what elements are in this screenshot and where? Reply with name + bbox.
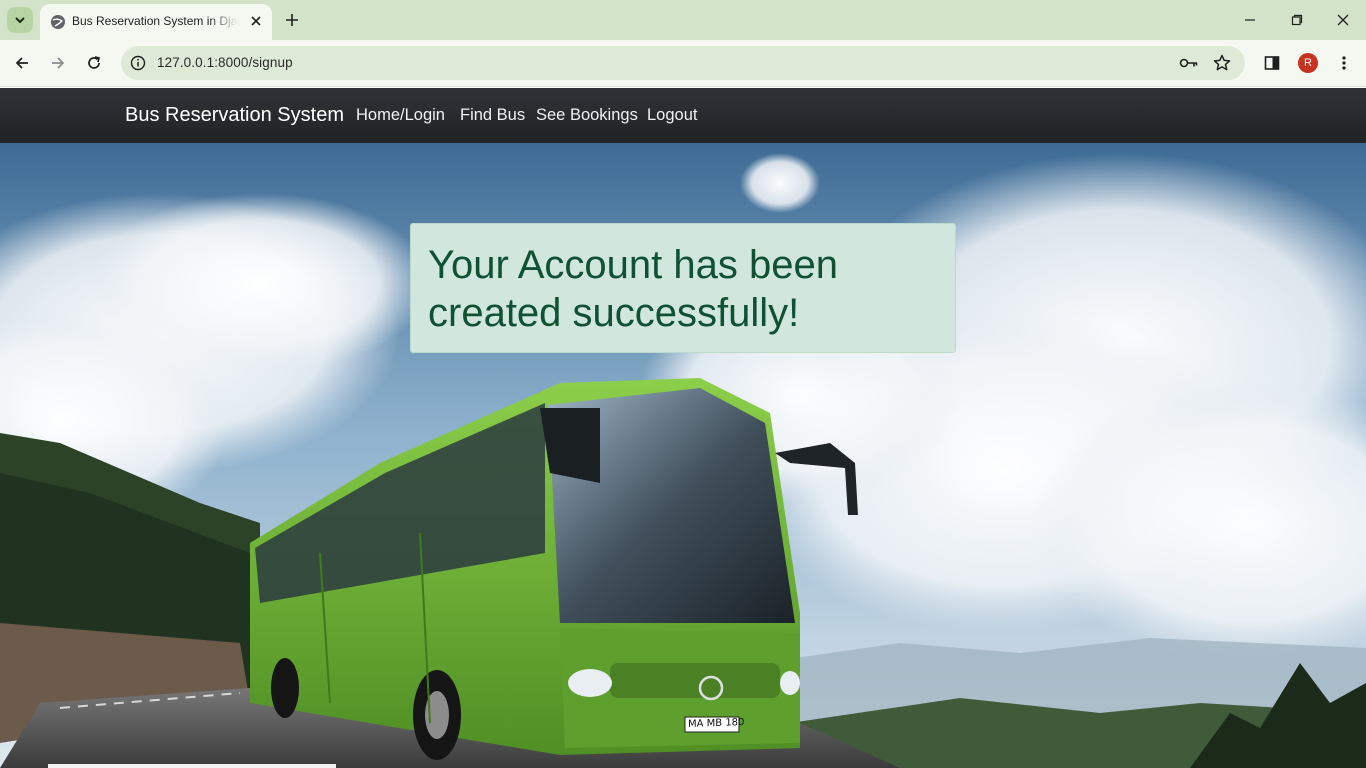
- minimize-icon: [1245, 19, 1255, 21]
- success-alert: Your Account has been created successful…: [410, 223, 956, 353]
- bookmark-star-button[interactable]: [1212, 53, 1232, 73]
- site-brand[interactable]: Bus Reservation System: [125, 104, 344, 127]
- side-panel-icon: [1264, 56, 1280, 70]
- browser-tab-active[interactable]: Bus Reservation System in Djan: [40, 4, 272, 40]
- arrow-left-icon: [15, 57, 28, 69]
- restore-icon: [1291, 14, 1303, 26]
- back-button[interactable]: [10, 51, 34, 75]
- globe-icon: [51, 15, 65, 29]
- nav-link-logout[interactable]: Logout: [647, 106, 697, 125]
- tab-close-button[interactable]: [248, 13, 264, 29]
- tab-search-button[interactable]: [7, 7, 33, 33]
- tab-title: Bus Reservation System in Djan: [72, 14, 238, 28]
- close-icon: [251, 16, 261, 26]
- browser-menu-button[interactable]: [1332, 51, 1356, 75]
- minimize-button[interactable]: [1238, 8, 1262, 32]
- nav-link-see-bookings[interactable]: See Bookings: [536, 106, 638, 125]
- site-navbar: Bus Reservation System Home/Login Find B…: [0, 88, 1366, 143]
- close-window-button[interactable]: [1331, 8, 1355, 32]
- web-page: Bus Reservation System Home/Login Find B…: [0, 88, 1366, 768]
- reload-button[interactable]: [82, 51, 106, 75]
- success-message: Your Account has been created successful…: [428, 243, 838, 335]
- nav-link-home-login[interactable]: Home/Login: [356, 106, 445, 125]
- scroll-indicator: [48, 764, 336, 768]
- key-icon: [1179, 58, 1198, 68]
- new-tab-button[interactable]: [282, 10, 302, 30]
- arrow-right-icon: [52, 57, 65, 69]
- profile-avatar[interactable]: R: [1298, 53, 1318, 73]
- tab-strip: Bus Reservation System in Djan: [0, 0, 1366, 40]
- password-key-button[interactable]: [1179, 53, 1199, 73]
- reload-icon: [88, 56, 101, 69]
- more-vert-icon: [1342, 56, 1346, 70]
- license-plate: MA MB 180: [688, 717, 745, 730]
- close-icon: [1337, 14, 1349, 26]
- star-icon: [1213, 54, 1231, 71]
- side-panel-button[interactable]: [1260, 51, 1284, 75]
- nav-link-find-bus[interactable]: Find Bus: [460, 106, 525, 125]
- plus-icon: [286, 14, 298, 26]
- restore-button[interactable]: [1285, 8, 1309, 32]
- forward-button[interactable]: [46, 51, 70, 75]
- browser-toolbar: 127.0.0.1:8000/signup R: [0, 40, 1366, 87]
- info-icon[interactable]: [130, 55, 146, 71]
- url-text[interactable]: 127.0.0.1:8000/signup: [157, 55, 293, 70]
- address-bar[interactable]: 127.0.0.1:8000/signup: [121, 46, 1245, 80]
- chevron-down-icon: [15, 17, 25, 24]
